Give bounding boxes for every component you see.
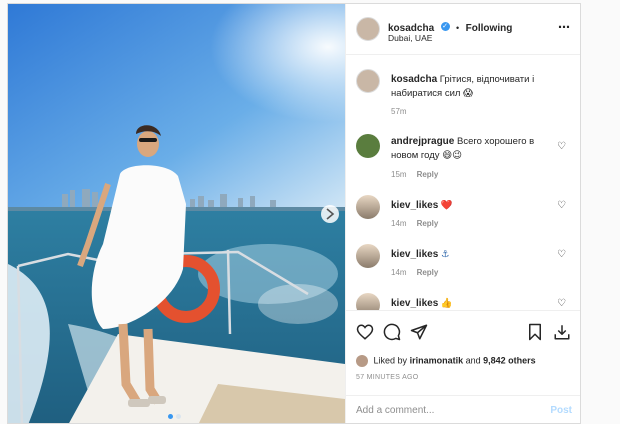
like-comment-heart-icon[interactable]: ♡ (557, 141, 566, 152)
comments-list: kosadcha Грітися, відпочивати і набирати… (346, 55, 580, 310)
liked-by-and: and (465, 355, 481, 366)
comment-item: andrejprague Всего хорошего в новом году… (356, 131, 576, 179)
carousel-dot (176, 414, 181, 419)
save-bookmark-icon[interactable] (526, 323, 544, 341)
caption: kosadcha Грітися, відпочивати і набирати… (356, 69, 576, 121)
post-card: kosadcha ✓ • Following Dubai, UAE ⋯ kosa… (7, 3, 581, 424)
download-icon[interactable] (553, 323, 571, 341)
likes-others-count[interactable]: 9,842 others (483, 355, 536, 365)
liked-by-user[interactable]: irinamonatik (410, 355, 464, 365)
yacht-photo-illustration (8, 4, 345, 423)
comment-avatar[interactable] (356, 293, 380, 310)
comment-time: 15m (391, 170, 407, 179)
comment-item: kiev_likes ❤️ 14m Reply ♡ (356, 195, 576, 235)
comment-username[interactable]: andrejprague (391, 136, 454, 147)
post-actions: Liked by irinamonatik and 9,842 others 5… (346, 310, 580, 423)
carousel-dot-active (168, 414, 173, 419)
like-comment-heart-icon[interactable]: ♡ (557, 200, 566, 211)
comment-time: 14m (391, 268, 407, 277)
reply-button[interactable]: Reply (417, 219, 439, 228)
caption-time: 57m (391, 107, 407, 116)
post-photo[interactable] (8, 4, 345, 423)
comment-avatar[interactable] (356, 134, 380, 158)
comment-item: kiev_likes 👍 ♡ (356, 293, 576, 310)
comment-time: 14m (391, 219, 407, 228)
post-location[interactable]: Dubai, UAE (388, 33, 432, 43)
like-heart-icon[interactable] (356, 323, 374, 341)
liked-by-prefix: Liked by (373, 355, 408, 366)
add-comment-bar: Post (346, 395, 580, 423)
post-timestamp[interactable]: 57 MINUTES AGO (356, 374, 419, 381)
reply-button[interactable]: Reply (417, 170, 439, 179)
comment-username[interactable]: kiev_likes (391, 298, 438, 309)
liked-by-summary[interactable]: Liked by irinamonatik and 9,842 others (356, 355, 536, 367)
share-paper-plane-icon[interactable] (410, 323, 428, 341)
comment-item: kiev_likes ⚓ 14m Reply ♡ (356, 244, 576, 284)
post-header: kosadcha ✓ • Following Dubai, UAE ⋯ (346, 4, 580, 55)
reply-button[interactable]: Reply (417, 268, 439, 277)
like-comment-heart-icon[interactable]: ♡ (557, 298, 566, 309)
header-separator: • (456, 23, 460, 33)
caption-avatar[interactable] (356, 69, 380, 93)
add-comment-input[interactable] (354, 404, 538, 417)
comment-text: 👍 (440, 298, 453, 309)
post-comment-button[interactable]: Post (550, 405, 572, 416)
comment-text: ⚓ (440, 249, 450, 260)
comment-username[interactable]: kiev_likes (391, 249, 438, 260)
comment-avatar[interactable] (356, 244, 380, 268)
caption-username[interactable]: kosadcha (391, 74, 437, 85)
author-avatar[interactable] (356, 17, 380, 41)
like-comment-heart-icon[interactable]: ♡ (557, 249, 566, 260)
following-button[interactable]: Following (466, 23, 513, 34)
comment-bubble-icon[interactable] (383, 323, 401, 341)
comment-username[interactable]: kiev_likes (391, 200, 438, 211)
post-sidebar: kosadcha ✓ • Following Dubai, UAE ⋯ kosa… (345, 4, 580, 423)
comment-avatar[interactable] (356, 195, 380, 219)
more-options-icon[interactable]: ⋯ (558, 20, 570, 34)
liker-avatar (356, 355, 368, 367)
comment-text: ❤️ (440, 200, 453, 211)
verified-badge-icon: ✓ (440, 22, 450, 32)
